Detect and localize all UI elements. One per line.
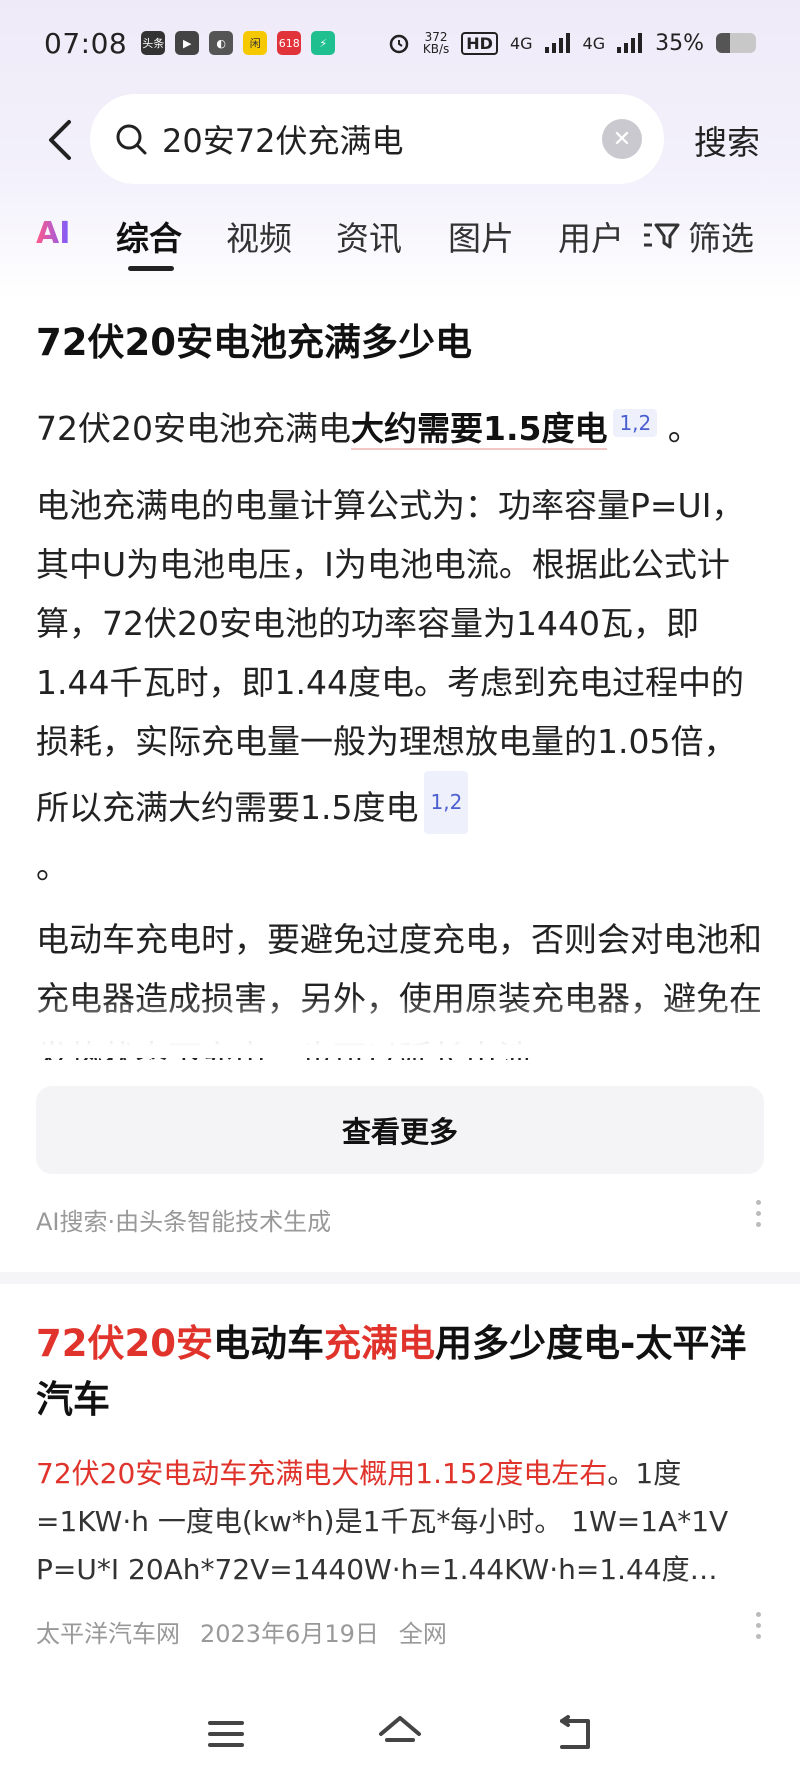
- search-query: 20安72伏充满电: [162, 122, 404, 160]
- battery-icon: [716, 33, 756, 53]
- result-source: 太平洋汽车网: [36, 1620, 180, 1648]
- back-button[interactable]: [30, 110, 90, 170]
- ai-answer-title: 72伏20安电池充满多少电: [36, 321, 472, 364]
- tab-comprehensive[interactable]: 综合: [116, 212, 182, 260]
- status-time: 07:08: [44, 26, 128, 60]
- tab-news[interactable]: 资讯: [336, 212, 402, 260]
- citation-badge[interactable]: 1,2: [424, 771, 469, 834]
- shop-app-icon: 618: [277, 31, 302, 55]
- battery-app-icon: ⚡: [311, 31, 336, 55]
- filter-button[interactable]: 筛选: [642, 212, 754, 260]
- menu-icon[interactable]: [206, 1717, 246, 1751]
- system-nav-bar: [0, 1690, 800, 1778]
- status-bar: 07:08 头条 ▶ ◐ 闲 618 ⚡ 372 KB/s HD 4G 4G 35…: [0, 0, 800, 86]
- tab-images[interactable]: 图片: [448, 212, 514, 260]
- clear-icon[interactable]: ✕: [602, 119, 642, 159]
- tab-video[interactable]: 视频: [226, 212, 292, 260]
- ai-generated-note: AI搜索·由头条智能技术生成: [36, 1208, 332, 1236]
- back-nav-icon[interactable]: [554, 1715, 594, 1753]
- more-dots-icon[interactable]: [756, 1612, 762, 1639]
- result-snippet: 72伏20安电动车充满电大概用1.152度电左右。1度=1KW·h 一度电(kw…: [36, 1457, 729, 1586]
- filter-label: 筛选: [688, 219, 754, 258]
- search-row: 20安72伏充满电 ✕ 搜索: [0, 92, 800, 188]
- filter-icon: [644, 223, 680, 249]
- status-app-icons: 头条 ▶ ◐ 闲 618 ⚡: [141, 31, 336, 55]
- signal-bars-2-icon: [617, 33, 643, 53]
- more-dots-icon[interactable]: [756, 1200, 762, 1227]
- tab-ai[interactable]: AI: [36, 216, 70, 251]
- signal-1: 4G: [509, 33, 533, 53]
- text-fade: [0, 998, 800, 1058]
- search-button[interactable]: 搜索: [694, 116, 760, 164]
- tab-active-indicator: [128, 266, 174, 271]
- search-input[interactable]: 20安72伏充满电 ✕: [90, 94, 664, 184]
- alarm-icon: [389, 34, 409, 54]
- tab-users[interactable]: 用户: [558, 212, 624, 260]
- result-title-link[interactable]: 72伏20安电动车充满电用多少度电-太平洋汽车: [36, 1316, 766, 1428]
- ai-answer-paragraph-1: 电池充满电的电量计算公式为：功率容量P=UI，其中U为电池电压，I为电池电流。根…: [36, 486, 745, 886]
- back-arrow-icon: [49, 120, 71, 160]
- signal-2: 4G: [582, 33, 606, 53]
- hd-badge: HD: [461, 31, 498, 55]
- sync-app-icon: ◐: [209, 31, 234, 55]
- view-more-button[interactable]: 查看更多: [36, 1086, 764, 1174]
- section-divider: [0, 1272, 800, 1284]
- battery-percent: 35%: [655, 30, 704, 56]
- ai-answer-summary: 72伏20安电池充满电大约需要1.5度电 1,2 。: [36, 409, 701, 450]
- xianyu-app-icon: 闲: [243, 31, 268, 55]
- video-app-icon: ▶: [175, 31, 200, 55]
- ai-answer-highlight: 大约需要1.5度电: [350, 409, 608, 450]
- net-speed: 372 KB/s: [422, 30, 450, 56]
- result-scope: 全网: [398, 1620, 447, 1648]
- tab-bar: AI 综合 视频 资讯 图片 用户 筛选: [0, 200, 800, 280]
- home-icon[interactable]: [377, 1714, 423, 1754]
- result-date: 2023年6月19日: [200, 1620, 379, 1648]
- toutiao-app-icon: 头条: [141, 31, 166, 55]
- search-icon: [116, 124, 147, 155]
- result-meta: 太平洋汽车网 2023年6月19日 全网: [36, 1614, 447, 1649]
- citation-badge[interactable]: 1,2: [613, 409, 658, 437]
- signal-bars-icon: [544, 33, 570, 53]
- status-right: 372 KB/s HD 4G 4G 35%: [387, 31, 756, 56]
